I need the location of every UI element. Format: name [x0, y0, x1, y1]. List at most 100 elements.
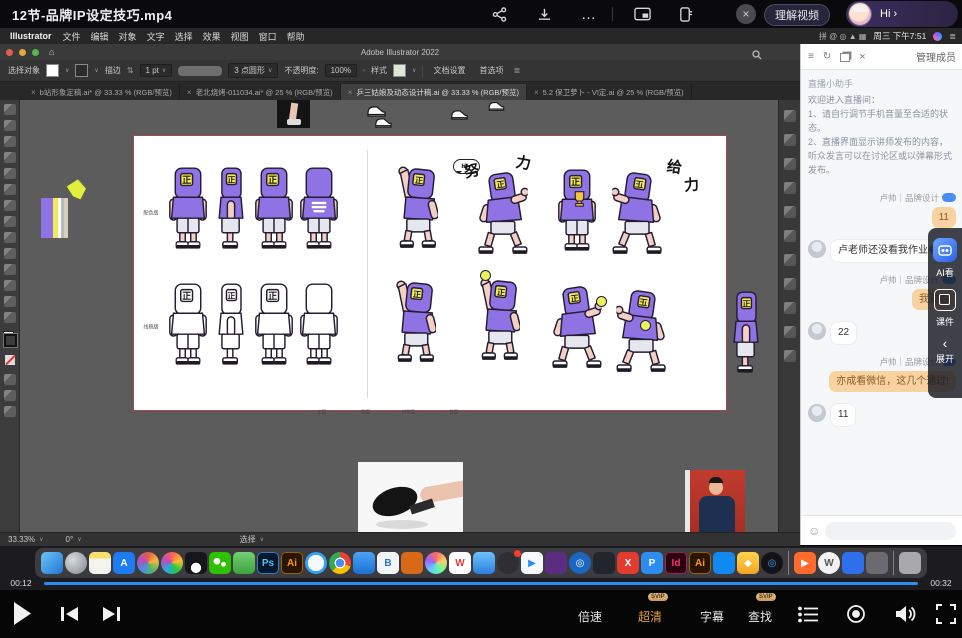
ip-pose-serve[interactable] — [476, 276, 520, 369]
chat-input-field[interactable] — [825, 521, 957, 540]
volume-icon[interactable] — [894, 604, 916, 629]
stroke-stepper[interactable]: ⇅ — [127, 66, 134, 75]
rotation-value[interactable]: 0° — [66, 535, 74, 544]
control-center-icon[interactable]: ≣ — [949, 32, 956, 41]
ip-pose-swing[interactable] — [550, 284, 602, 377]
dock-app-illustrator-2[interactable]: Ai — [689, 552, 711, 574]
chevron-right-icon[interactable]: › — [363, 68, 365, 74]
panel-icon[interactable] — [783, 350, 796, 362]
shoe-sketch[interactable] — [450, 108, 468, 121]
find-button[interactable]: 查找 — [748, 608, 772, 625]
dock-app-quicktime[interactable]: ◎ — [761, 552, 783, 574]
tool-icon[interactable] — [3, 406, 16, 417]
ip-side-view[interactable] — [211, 166, 251, 259]
menu-item[interactable]: 编辑 — [91, 30, 109, 43]
pip-icon[interactable] — [633, 5, 651, 23]
tool-icon[interactable] — [3, 168, 16, 179]
menu-item[interactable]: 文件 — [63, 30, 81, 43]
menu-item[interactable]: 文字 — [147, 30, 165, 43]
none-swatch-icon[interactable] — [4, 355, 15, 365]
next-icon[interactable] — [102, 606, 121, 627]
dock-app-chrome[interactable] — [329, 552, 351, 574]
dock-app-paper-plane[interactable]: ▶ — [521, 552, 543, 574]
dock-app-notes[interactable] — [89, 552, 111, 574]
panel-icon[interactable] — [783, 182, 796, 194]
shoe-sketch[interactable] — [374, 116, 392, 129]
ip-line-side[interactable] — [211, 282, 251, 375]
share-icon[interactable] — [490, 5, 508, 23]
previous-icon[interactable] — [60, 606, 79, 627]
dock-app-aperture[interactable]: ◎ — [569, 552, 591, 574]
chevron-down-icon[interactable]: ∨ — [39, 536, 43, 543]
stroke-swatch[interactable] — [75, 64, 89, 77]
dock-app-color-wheel[interactable] — [161, 552, 183, 574]
tool-icon[interactable] — [3, 312, 16, 323]
menu-app-name[interactable]: Illustrator — [10, 31, 52, 41]
dock-app-p-app[interactable]: P — [641, 552, 663, 574]
canvas-pasteboard[interactable]: 配色版 线稿版 HI~ 努 力 给 力 正面 侧面 斜侧面 背面 — [20, 100, 778, 532]
dock-app-qq[interactable] — [185, 552, 207, 574]
chevron-down-icon[interactable]: ∨ — [77, 536, 81, 543]
emoji-icon[interactable]: ☺ — [808, 524, 820, 538]
shoe-sketch[interactable] — [486, 100, 506, 112]
refresh-icon[interactable]: ↻ — [823, 51, 831, 62]
chevron-down-icon[interactable]: ∨ — [65, 67, 69, 74]
dock-app-blue-app[interactable] — [842, 552, 864, 574]
menu-item[interactable]: 窗口 — [259, 30, 277, 43]
stroke-width-select[interactable]: 1 pt ∨ — [139, 64, 173, 77]
ip-pose-backhand[interactable] — [616, 288, 668, 381]
artboard[interactable]: 配色版 线稿版 HI~ 努 力 给 力 正面 侧面 斜侧面 背面 — [133, 135, 727, 415]
yellow-scrap-shape[interactable] — [66, 178, 89, 202]
ip-pose-geili[interactable] — [612, 170, 664, 263]
fill-stroke-indicator[interactable] — [2, 331, 18, 348]
dock-app-photoshop[interactable]: Ps — [257, 552, 279, 574]
tool-icon[interactable] — [3, 248, 16, 259]
dock-app-sphere-app[interactable] — [425, 552, 447, 574]
menu-item[interactable]: 对象 — [119, 30, 137, 43]
tab-close-icon[interactable]: × — [534, 88, 539, 97]
chevron-down-icon[interactable]: ∨ — [412, 67, 416, 74]
expand-label[interactable]: 展开 — [936, 352, 954, 365]
dock-app-cinema4d[interactable] — [593, 552, 615, 574]
tool-icon[interactable] — [3, 200, 16, 211]
ip-quarter-view[interactable] — [254, 166, 294, 259]
dock-app-blender[interactable] — [401, 552, 423, 574]
panel-icon[interactable] — [783, 254, 796, 266]
ip-line-quarter[interactable] — [254, 282, 294, 375]
popout-icon[interactable] — [840, 53, 851, 62]
document-tab[interactable]: × b站形象定稿.ai* @ 33.33 % (RGB/预览) — [24, 84, 180, 100]
dock-app-indesign[interactable]: Id — [665, 552, 687, 574]
ip-pose-fistpump[interactable] — [392, 278, 436, 371]
understand-video-button[interactable]: 理解视频 — [764, 4, 830, 26]
stroke-color-box[interactable] — [2, 333, 18, 348]
menu-item[interactable]: 选择 — [175, 30, 193, 43]
color-palette-swatches[interactable] — [41, 198, 68, 238]
quality-button[interactable]: 超清 — [638, 608, 662, 625]
chevron-down-icon[interactable]: ∨ — [94, 67, 98, 74]
tool-icon[interactable] — [3, 216, 16, 227]
progress-bar[interactable] — [44, 581, 918, 585]
ip-pose-wave[interactable] — [394, 164, 438, 257]
tool-icon[interactable] — [3, 390, 16, 401]
tool-icon[interactable] — [3, 232, 16, 243]
ai-watch-label[interactable]: AI看 — [936, 266, 954, 279]
close-icon[interactable]: × — [736, 4, 756, 24]
home-icon[interactable]: ⌂ — [49, 47, 54, 57]
ip-pose-trophy[interactable] — [557, 168, 597, 261]
tool-icon[interactable] — [3, 136, 16, 147]
document-setup-button[interactable]: 文档设置 — [429, 64, 469, 77]
panel-icon[interactable] — [783, 302, 796, 314]
tool-icon[interactable] — [3, 104, 16, 115]
opacity-select[interactable]: 100% — [324, 64, 358, 77]
more-icon[interactable]: … — [580, 5, 598, 23]
siri-icon[interactable] — [933, 31, 943, 41]
tool-icon[interactable] — [3, 264, 16, 275]
ip-front-view[interactable] — [168, 166, 208, 259]
cast-to-device-icon[interactable] — [676, 5, 694, 23]
play-icon[interactable] — [12, 601, 32, 631]
document-tab[interactable]: × 老北烧烤-011034.ai* @ 25 % (RGB/预览) — [180, 84, 341, 100]
dock-app-wps[interactable]: W — [449, 552, 471, 574]
ip-offboard-character[interactable] — [726, 290, 766, 383]
panel-icon[interactable] — [783, 230, 796, 242]
menubar-extra-icons[interactable]: 拼 @ ◎ ▲ ▦ — [819, 31, 866, 42]
